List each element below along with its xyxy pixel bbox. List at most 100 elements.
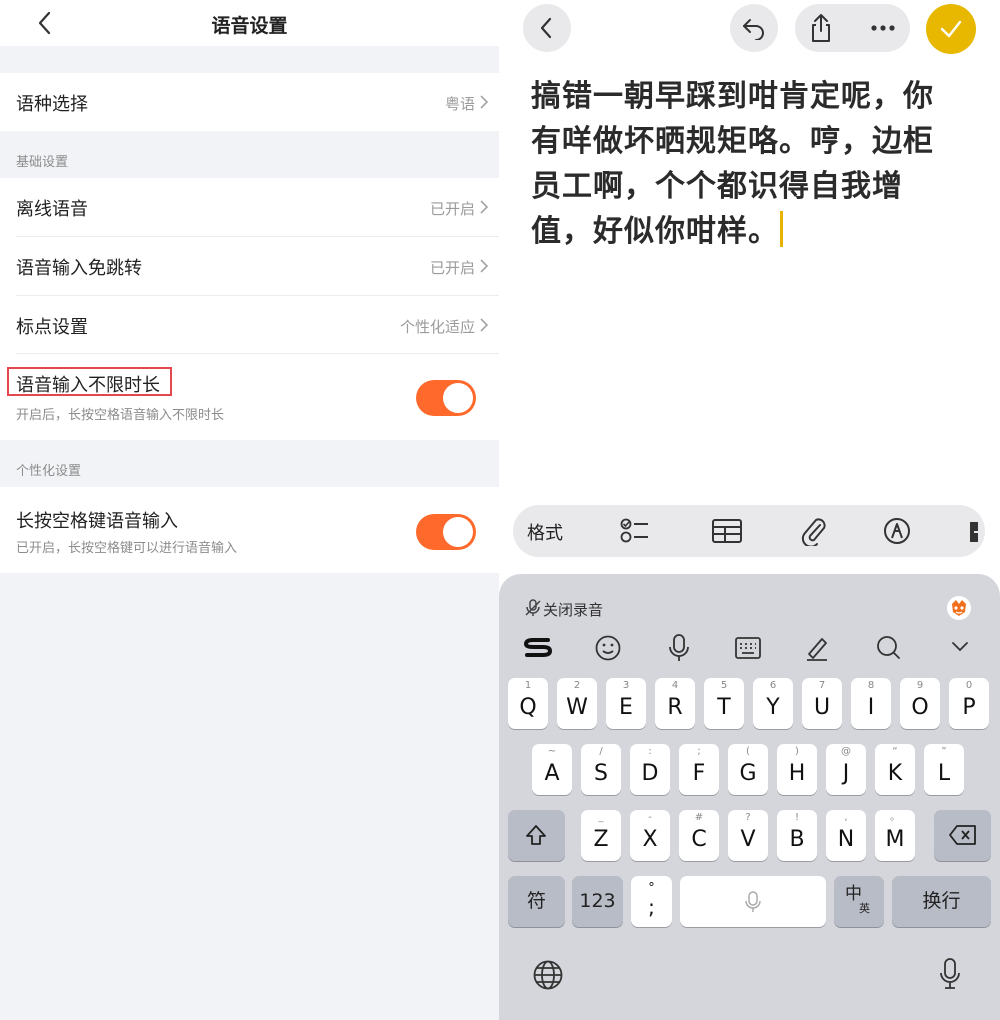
key-label: P <box>962 695 976 720</box>
key-m[interactable]: 。 M <box>875 810 915 861</box>
format-button[interactable]: 格式 <box>527 519 563 545</box>
basic-section-header: 基础设置 <box>16 155 69 170</box>
key-n[interactable]: ,N <box>826 810 866 861</box>
offline-voice-value: 已开启 <box>429 200 475 218</box>
offline-voice-row[interactable]: 离线语音 已开启 <box>0 178 499 236</box>
dictation-mic-icon[interactable] <box>939 957 961 991</box>
globe-icon[interactable] <box>532 959 564 991</box>
personal-settings-card: 长按空格键语音输入 已开启，长按空格键可以进行语音输入 <box>0 487 499 573</box>
emoji-icon[interactable] <box>594 634 622 662</box>
key-g[interactable]: (G <box>728 744 768 795</box>
key-r[interactable]: 4R <box>655 678 695 729</box>
key-label: F <box>692 761 706 786</box>
voice-settings-panel: 语音设置 语种选择 粤语 基础设置 离线语音 已开启 语音输入免跳转 已开启 标… <box>0 0 499 1020</box>
delete-key[interactable] <box>934 810 991 861</box>
key-secondary-label: _ <box>598 812 604 823</box>
key-label: C <box>691 827 707 852</box>
lang-main-label: 中 <box>845 884 862 904</box>
key-k[interactable]: “K <box>875 744 915 795</box>
more-actions-group <box>795 4 910 52</box>
mascot-icon[interactable] <box>947 596 971 620</box>
share-icon[interactable] <box>809 13 833 43</box>
key-secondary-label: 9 <box>916 680 924 691</box>
enter-key[interactable]: 换行 <box>892 876 991 927</box>
chevron-down-icon[interactable] <box>950 640 970 654</box>
key-label: L <box>937 761 951 786</box>
text-cursor <box>780 211 783 247</box>
key-l[interactable]: ” L <box>924 744 964 795</box>
key-label: S <box>594 761 608 786</box>
key-label: B <box>789 827 805 852</box>
language-switch-key[interactable]: 中 英 <box>834 876 884 927</box>
punctuation-key[interactable]: ° ; <box>631 876 672 927</box>
search-icon[interactable] <box>875 634 903 662</box>
table-icon[interactable] <box>711 518 743 544</box>
key-i[interactable]: 8I <box>851 678 891 729</box>
key-w[interactable]: 2W <box>557 678 597 729</box>
key-v[interactable]: ? V <box>728 810 768 861</box>
key-h[interactable]: ) H <box>777 744 817 795</box>
space-key[interactable] <box>680 876 826 927</box>
longpress-voice-subtitle: 已开启，长按空格键可以进行语音输入 <box>16 541 238 556</box>
note-text: 搞错一朝早踩到咁肯定呢，你有咩做坏晒规矩咯。哼，边柜员工啊，个个都识得自我增值，… <box>531 79 934 249</box>
space-mic-icon <box>745 891 761 912</box>
key-b[interactable]: ! B <box>777 810 817 861</box>
unlimited-duration-toggle[interactable] <box>416 380 476 416</box>
language-row[interactable]: 语种选择 粤语 <box>0 73 499 131</box>
more-tools-icon[interactable] <box>968 520 980 544</box>
keyboard-layout-icon[interactable] <box>734 635 762 661</box>
key-label: V <box>740 827 756 852</box>
key-d[interactable]: :D <box>630 744 670 795</box>
fox-face-icon <box>952 600 966 616</box>
key-s[interactable]: / S <box>581 744 621 795</box>
key-u[interactable]: 7U <box>802 678 842 729</box>
more-icon[interactable] <box>870 24 896 32</box>
checklist-icon[interactable] <box>620 517 650 545</box>
longpress-voice-toggle[interactable] <box>416 514 476 550</box>
back-button[interactable] <box>523 4 571 52</box>
key-q[interactable]: 1Q <box>508 678 548 729</box>
key-secondary-label: 5 <box>720 680 728 691</box>
key-label: A <box>544 761 560 786</box>
punctuation-row[interactable]: 标点设置 个性化适应 <box>0 296 499 354</box>
offline-voice-label: 离线语音 <box>16 199 88 220</box>
key-label: G <box>739 761 757 786</box>
key-secondary-label: , <box>844 812 848 823</box>
key-c[interactable]: # C <box>679 810 719 861</box>
key-label: M <box>885 827 905 852</box>
key-x[interactable]: -X <box>630 810 670 861</box>
settings-header: 语音设置 <box>0 0 499 46</box>
confirm-button[interactable] <box>926 4 976 54</box>
toggle-knob <box>443 517 473 547</box>
keyboard: 关闭录音 1Q2W3E4R5T6Y7U8I9O0P ~ A / S: D; F(G) H @ J… <box>499 574 1000 1020</box>
key-f[interactable]: ; F <box>679 744 719 795</box>
no-jump-row[interactable]: 语音输入免跳转 已开启 <box>0 237 499 295</box>
symbol-key[interactable]: 符 <box>508 876 565 927</box>
backspace-icon <box>949 825 976 845</box>
undo-button[interactable] <box>730 4 778 52</box>
voice-input-icon[interactable] <box>667 633 691 663</box>
number-key[interactable]: 123 <box>572 876 623 927</box>
key-label: U <box>813 695 831 720</box>
chevron-right-icon <box>480 95 489 109</box>
key-z[interactable]: _ Z <box>581 810 621 861</box>
key-a[interactable]: ~ A <box>532 744 572 795</box>
key-p[interactable]: 0P <box>949 678 989 729</box>
key-secondary-label: 8 <box>867 680 875 691</box>
toggle-knob <box>443 383 473 413</box>
format-toolbar: 格式 <box>513 505 985 557</box>
sogou-logo-icon[interactable] <box>523 636 553 658</box>
note-body[interactable]: 搞错一朝早踩到咁肯定呢，你有咩做坏晒规矩咯。哼，边柜员工啊，个个都识得自我增值，… <box>531 74 961 254</box>
markup-pen-icon[interactable] <box>883 517 911 545</box>
handwriting-icon[interactable] <box>804 634 830 662</box>
attachment-icon[interactable] <box>800 516 828 546</box>
key-t[interactable]: 5T <box>704 678 744 729</box>
key-e[interactable]: 3E <box>606 678 646 729</box>
key-label: Y <box>766 695 780 720</box>
key-y[interactable]: 6Y <box>753 678 793 729</box>
shift-key[interactable] <box>508 810 565 861</box>
key-j[interactable]: @ J <box>826 744 866 795</box>
key-o[interactable]: 9O <box>900 678 940 729</box>
key-label: E <box>619 695 633 720</box>
longpress-voice-label: 长按空格键语音输入 <box>16 511 178 532</box>
